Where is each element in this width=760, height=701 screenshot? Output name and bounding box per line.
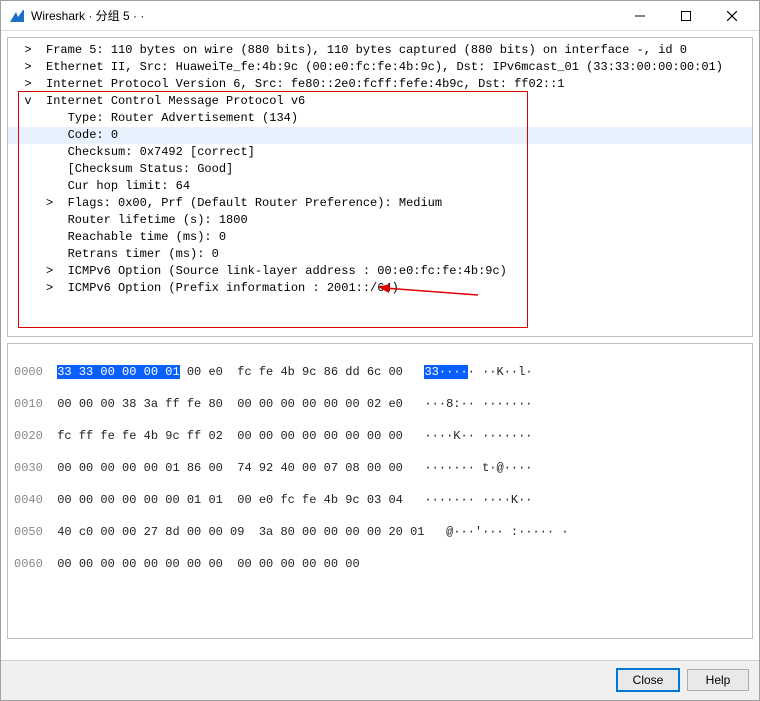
hex-row[interactable]: 0040 00 00 00 00 00 00 01 01 00 e0 fc fe…: [14, 492, 746, 508]
tree-row[interactable]: Retrans timer (ms): 0: [10, 246, 750, 263]
dialog-footer: Close Help: [1, 660, 759, 700]
window-controls: [617, 1, 755, 31]
hex-row[interactable]: 0060 00 00 00 00 00 00 00 00 00 00 00 00…: [14, 556, 746, 572]
hex-row[interactable]: 0000 33 33 00 00 00 01 00 e0 fc fe 4b 9c…: [14, 364, 746, 380]
minimize-button[interactable]: [617, 1, 663, 31]
titlebar: Wireshark · 分组 5 · ·: [1, 1, 759, 31]
hex-row[interactable]: 0010 00 00 00 38 3a ff fe 80 00 00 00 00…: [14, 396, 746, 412]
tree-row[interactable]: [Checksum Status: Good]: [10, 161, 750, 178]
tree-row[interactable]: Router lifetime (s): 1800: [10, 212, 750, 229]
hex-row[interactable]: 0020 fc ff fe fe 4b 9c ff 02 00 00 00 00…: [14, 428, 746, 444]
tree-row[interactable]: > Flags: 0x00, Prf (Default Router Prefe…: [10, 195, 750, 212]
tree-row[interactable]: > ICMPv6 Option (Prefix information : 20…: [10, 280, 750, 297]
window-title: Wireshark · 分组 5 · ·: [31, 7, 617, 24]
close-button[interactable]: Close: [617, 669, 679, 691]
hex-row[interactable]: 0050 40 c0 00 00 27 8d 00 00 09 3a 80 00…: [14, 524, 746, 540]
hex-dump-pane[interactable]: 0000 33 33 00 00 00 01 00 e0 fc fe 4b 9c…: [7, 343, 753, 639]
tree-row[interactable]: Type: Router Advertisement (134): [10, 110, 750, 127]
app-icon: [9, 8, 25, 24]
packet-details-tree[interactable]: > Frame 5: 110 bytes on wire (880 bits),…: [7, 37, 753, 337]
maximize-button[interactable]: [663, 1, 709, 31]
help-button[interactable]: Help: [687, 669, 749, 691]
hex-row[interactable]: 0030 00 00 00 00 00 01 86 00 74 92 40 00…: [14, 460, 746, 476]
tree-row[interactable]: v Internet Control Message Protocol v6: [10, 93, 750, 110]
tree-row[interactable]: > Internet Protocol Version 6, Src: fe80…: [10, 76, 750, 93]
content-area: > Frame 5: 110 bytes on wire (880 bits),…: [1, 31, 759, 660]
tree-row[interactable]: > Frame 5: 110 bytes on wire (880 bits),…: [10, 42, 750, 59]
close-window-button[interactable]: [709, 1, 755, 31]
tree-row[interactable]: > Ethernet II, Src: HuaweiTe_fe:4b:9c (0…: [10, 59, 750, 76]
tree-row[interactable]: Reachable time (ms): 0: [10, 229, 750, 246]
tree-row[interactable]: Checksum: 0x7492 [correct]: [10, 144, 750, 161]
tree-row[interactable]: > ICMPv6 Option (Source link-layer addre…: [10, 263, 750, 280]
tree-row[interactable]: Cur hop limit: 64: [10, 178, 750, 195]
tree-row-selected[interactable]: Code: 0: [8, 127, 752, 144]
